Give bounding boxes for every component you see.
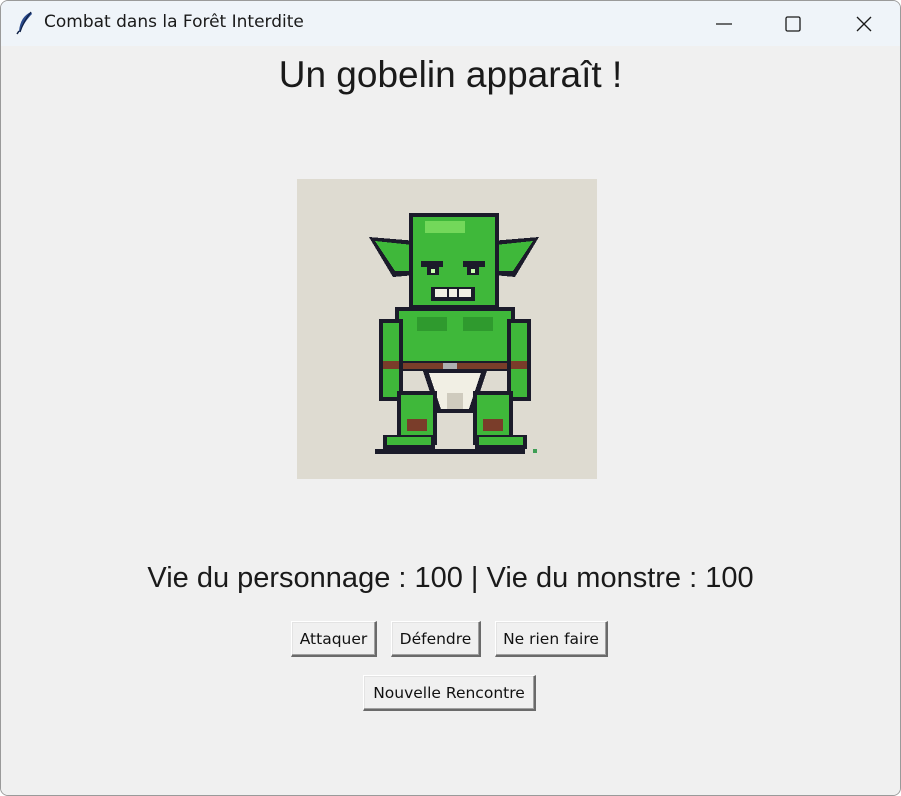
window-title: Combat dans la Forêt Interdite (44, 12, 304, 32)
maximize-button[interactable] (759, 1, 827, 46)
close-icon (856, 16, 872, 32)
new-encounter-button[interactable]: Nouvelle Rencontre (363, 675, 536, 711)
title-bar[interactable]: Combat dans la Forêt Interdite (1, 1, 900, 46)
minimize-icon (716, 16, 732, 32)
maximize-icon (785, 15, 801, 32)
defend-button[interactable]: Défendre (391, 621, 481, 657)
goblin-image (297, 179, 597, 479)
minimize-button[interactable] (690, 1, 758, 46)
health-status: Vie du personnage : 100 | Vie du monstre… (147, 562, 754, 594)
battle-panel: Un gobelin apparaît ! Vie du personnage … (1, 46, 900, 795)
close-button[interactable] (830, 1, 898, 46)
encounter-heading: Un gobelin apparaît ! (278, 54, 623, 95)
app-window: Combat dans la Forêt Interdite Un gobeli… (0, 0, 901, 796)
do-nothing-button[interactable]: Ne rien faire (495, 621, 608, 657)
feather-icon (15, 11, 35, 35)
attack-button[interactable]: Attaquer (291, 621, 377, 657)
